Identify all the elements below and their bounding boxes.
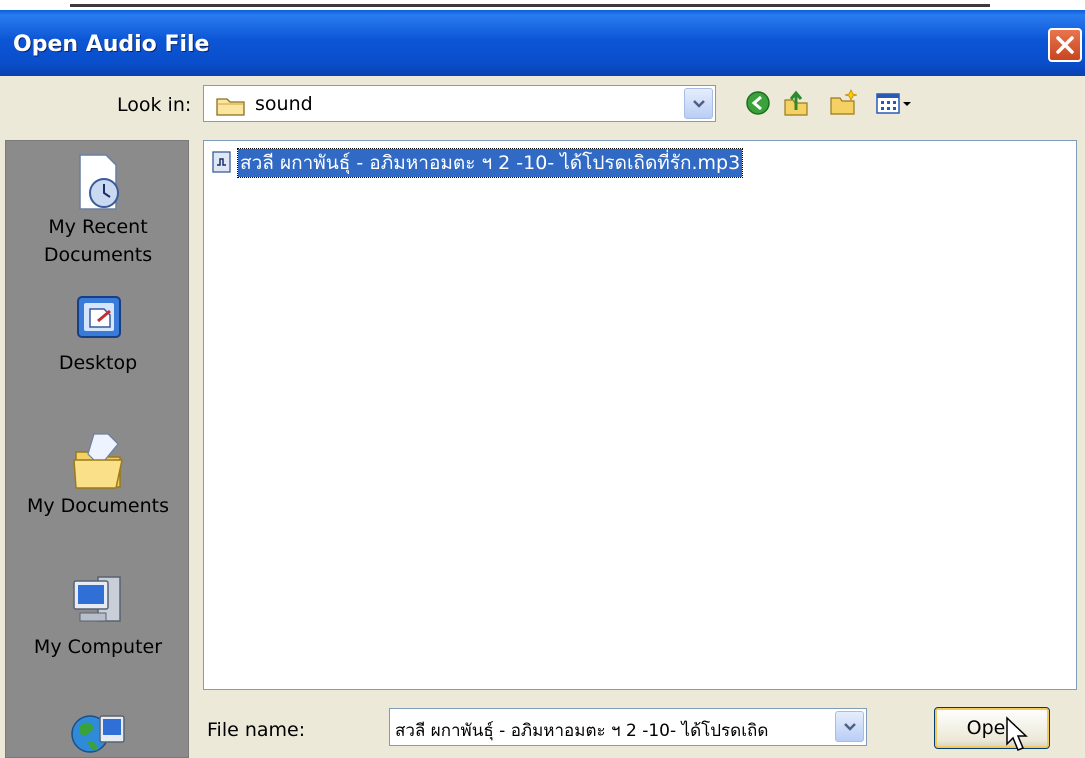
desktop-icon (77, 296, 121, 338)
file-list[interactable]: สวลี ผกาพันธุ์ - อภิมหาอมตะ ฯ 2 -10- ได้… (203, 140, 1077, 690)
back-icon (746, 91, 770, 115)
back-button[interactable] (742, 86, 774, 120)
recent-documents-icon (79, 154, 119, 210)
views-menu-button[interactable] (873, 86, 921, 120)
file-name-dropdown-button[interactable] (835, 711, 864, 742)
place-label: My Recent (48, 216, 148, 238)
top-strip (0, 0, 1085, 10)
window-title: Open Audio File (13, 32, 210, 57)
place-label: Desktop (58, 352, 138, 374)
open-button[interactable]: Open (934, 707, 1050, 749)
look-in-dropdown-button[interactable] (684, 88, 713, 119)
file-name-value[interactable]: สวลี ผกาพันธุ์ - อภิมหาอมตะ ฯ 2 -10- ได้… (395, 717, 835, 744)
close-icon (1056, 36, 1074, 54)
place-my-recent-documents[interactable]: My Recent Documents (6, 151, 188, 269)
my-computer-icon (73, 576, 121, 622)
new-folder-button[interactable] (828, 86, 860, 120)
place-my-computer[interactable]: My Computer (6, 571, 188, 661)
file-name-label: File name: (207, 719, 306, 741)
new-folder-icon (830, 89, 858, 115)
place-my-network-places[interactable] (6, 704, 188, 757)
up-folder-icon (784, 90, 808, 116)
place-label-line2: Documents (43, 244, 153, 266)
chevron-down-icon (844, 723, 856, 731)
title-bar[interactable]: Open Audio File (0, 10, 1085, 76)
look-in-label: Look in: (117, 94, 192, 116)
place-my-documents[interactable]: My Documents (6, 426, 188, 520)
places-bar: My Recent Documents Desktop My Documents… (5, 140, 189, 758)
place-label: My Computer (33, 636, 163, 658)
top-border-line (70, 4, 990, 7)
mouse-cursor-icon (1006, 716, 1028, 751)
chevron-down-icon (693, 100, 705, 108)
network-places-icon (71, 715, 125, 753)
up-folder-button[interactable] (781, 86, 813, 120)
place-label: My Documents (26, 495, 169, 517)
place-desktop[interactable]: Desktop (6, 291, 188, 377)
file-name-text: สวลี ผกาพันธุ์ - อภิมหาอมตะ ฯ 2 -10- ได้… (236, 148, 744, 178)
close-button[interactable] (1048, 28, 1082, 62)
views-menu-icon (876, 93, 911, 114)
folder-icon (216, 98, 245, 116)
audio-file-icon (212, 151, 231, 173)
file-name-combobox[interactable]: สวลี ผกาพันธุ์ - อภิมหาอมตะ ฯ 2 -10- ได้… (389, 708, 867, 746)
my-documents-icon (73, 433, 123, 489)
look-in-dropdown[interactable]: sound (203, 85, 716, 122)
look-in-value: sound (255, 93, 313, 115)
